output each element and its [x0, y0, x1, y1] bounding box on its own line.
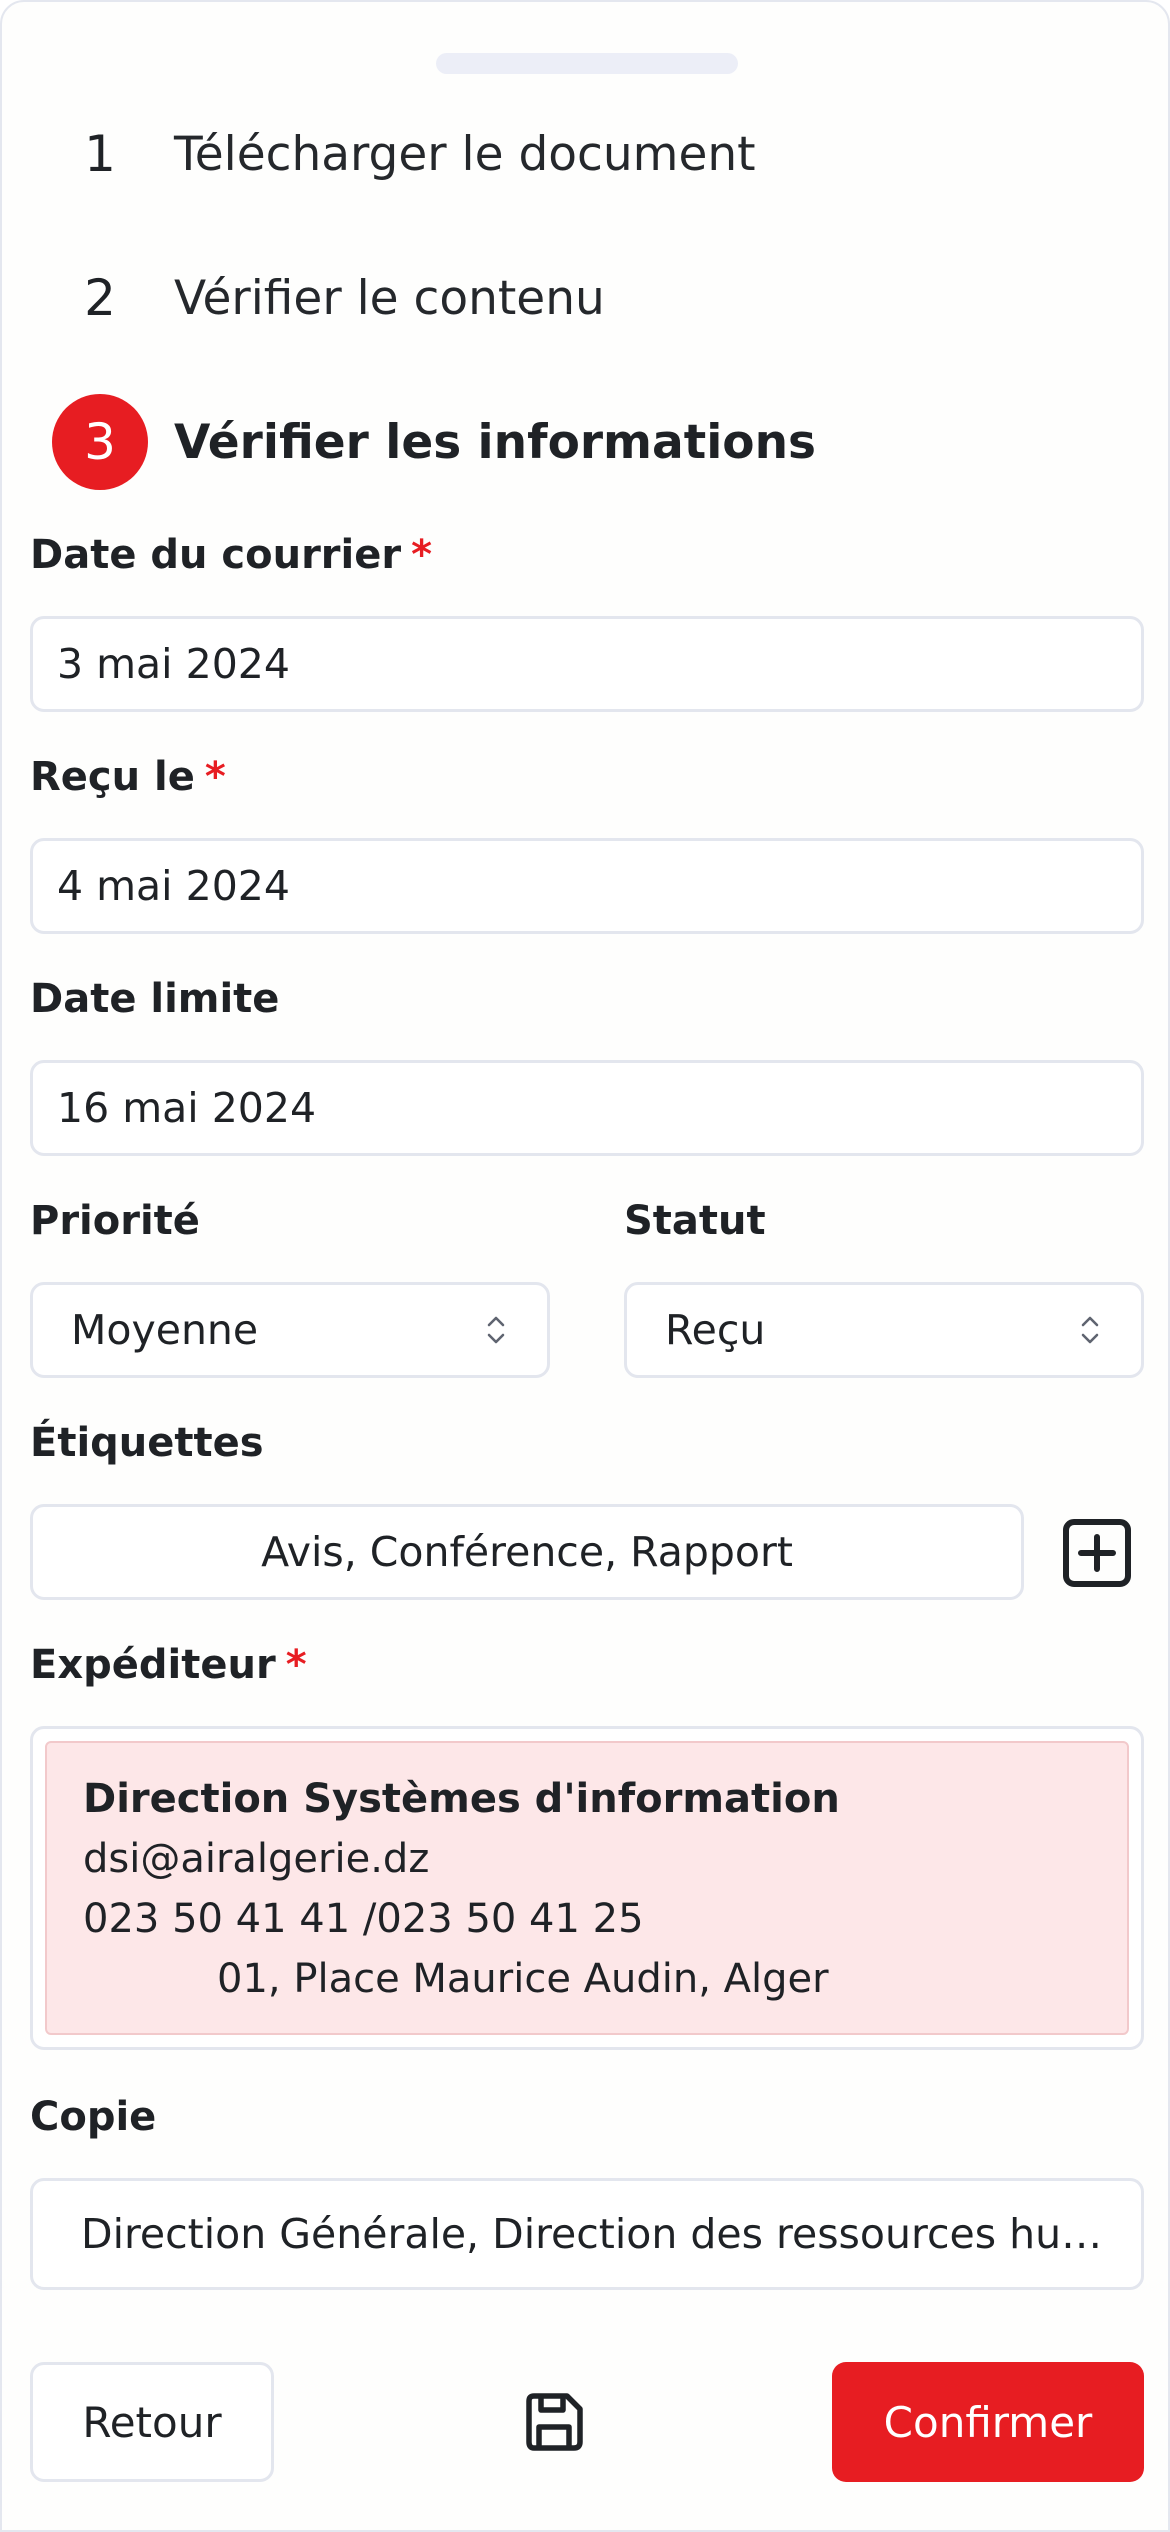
save-draft-button[interactable]: [506, 2362, 602, 2482]
required-mark: *: [204, 754, 226, 800]
bottom-sheet: 1 Télécharger le document 2 Vérifier le …: [0, 0, 1170, 2532]
expediteur-label-text: Expéditeur: [30, 1642, 276, 1688]
step-2-number: 2: [84, 269, 116, 327]
statut-label: Statut: [624, 1198, 766, 1244]
back-button-label: Retour: [82, 2397, 222, 2447]
date-courrier-field[interactable]: 3 mai 2024: [30, 616, 1144, 712]
step-3-number: 3: [52, 394, 148, 490]
expediteur-label: Expéditeur *: [30, 1642, 307, 1688]
required-mark: *: [411, 532, 433, 578]
chevron-up-down-icon: [487, 1316, 505, 1344]
etiquettes-value: Avis, Conférence, Rapport: [261, 1528, 793, 1576]
plus-square-icon: [1063, 1519, 1131, 1587]
expediteur-card[interactable]: Direction Systèmes d'information dsi@air…: [45, 1741, 1129, 2035]
chevron-up-down-icon: [1081, 1316, 1099, 1344]
step-1-number: 1: [84, 125, 116, 183]
recu-le-value: 4 mai 2024: [57, 862, 290, 910]
required-mark: *: [285, 1642, 307, 1688]
step-3[interactable]: 3 Vérifier les informations: [52, 392, 816, 492]
expediteur-field[interactable]: Direction Systèmes d'information dsi@air…: [30, 1726, 1144, 2050]
step-2[interactable]: 2 Vérifier le contenu: [52, 248, 605, 348]
priorite-value: Moyenne: [71, 1306, 259, 1354]
date-limite-value: 16 mai 2024: [57, 1084, 317, 1132]
save-icon: [526, 2393, 583, 2451]
date-courrier-label: Date du courrier *: [30, 532, 432, 578]
priorite-label: Priorité: [30, 1198, 200, 1244]
expediteur-phone: 023 50 41 41 /023 50 41 25: [83, 1896, 644, 1942]
step-3-label: Vérifier les informations: [174, 414, 817, 470]
copie-label: Copie: [30, 2094, 157, 2140]
copie-field[interactable]: Direction Générale, Direction des ressou…: [30, 2178, 1144, 2290]
step-2-label: Vérifier le contenu: [174, 270, 605, 326]
add-tag-button[interactable]: [1060, 1516, 1134, 1590]
date-limite-label: Date limite: [30, 976, 280, 1022]
recu-le-label: Reçu le *: [30, 754, 226, 800]
date-limite-field[interactable]: 16 mai 2024: [30, 1060, 1144, 1156]
etiquettes-label: Étiquettes: [30, 1420, 264, 1466]
recu-le-label-text: Reçu le: [30, 754, 195, 800]
date-courrier-value: 3 mai 2024: [57, 640, 290, 688]
step-1-label: Télécharger le document: [174, 126, 756, 182]
statut-value: Reçu: [665, 1306, 766, 1354]
statut-select[interactable]: Reçu: [624, 1282, 1144, 1378]
sheet-grabber[interactable]: [436, 53, 738, 74]
confirm-button[interactable]: Confirmer: [832, 2362, 1144, 2482]
etiquettes-field[interactable]: Avis, Conférence, Rapport: [30, 1504, 1024, 1600]
priorite-select[interactable]: Moyenne: [30, 1282, 550, 1378]
expediteur-name: Direction Systèmes d'information: [83, 1776, 840, 1822]
step-1[interactable]: 1 Télécharger le document: [52, 104, 756, 204]
copie-value: Direction Générale, Direction des ressou…: [81, 2210, 1117, 2258]
back-button[interactable]: Retour: [30, 2362, 274, 2482]
expediteur-email: dsi@airalgerie.dz: [83, 1836, 430, 1882]
date-courrier-label-text: Date du courrier: [30, 532, 402, 578]
confirm-button-label: Confirmer: [883, 2397, 1093, 2447]
expediteur-address: 01, Place Maurice Audin, Alger: [217, 1956, 829, 2002]
recu-le-field[interactable]: 4 mai 2024: [30, 838, 1144, 934]
